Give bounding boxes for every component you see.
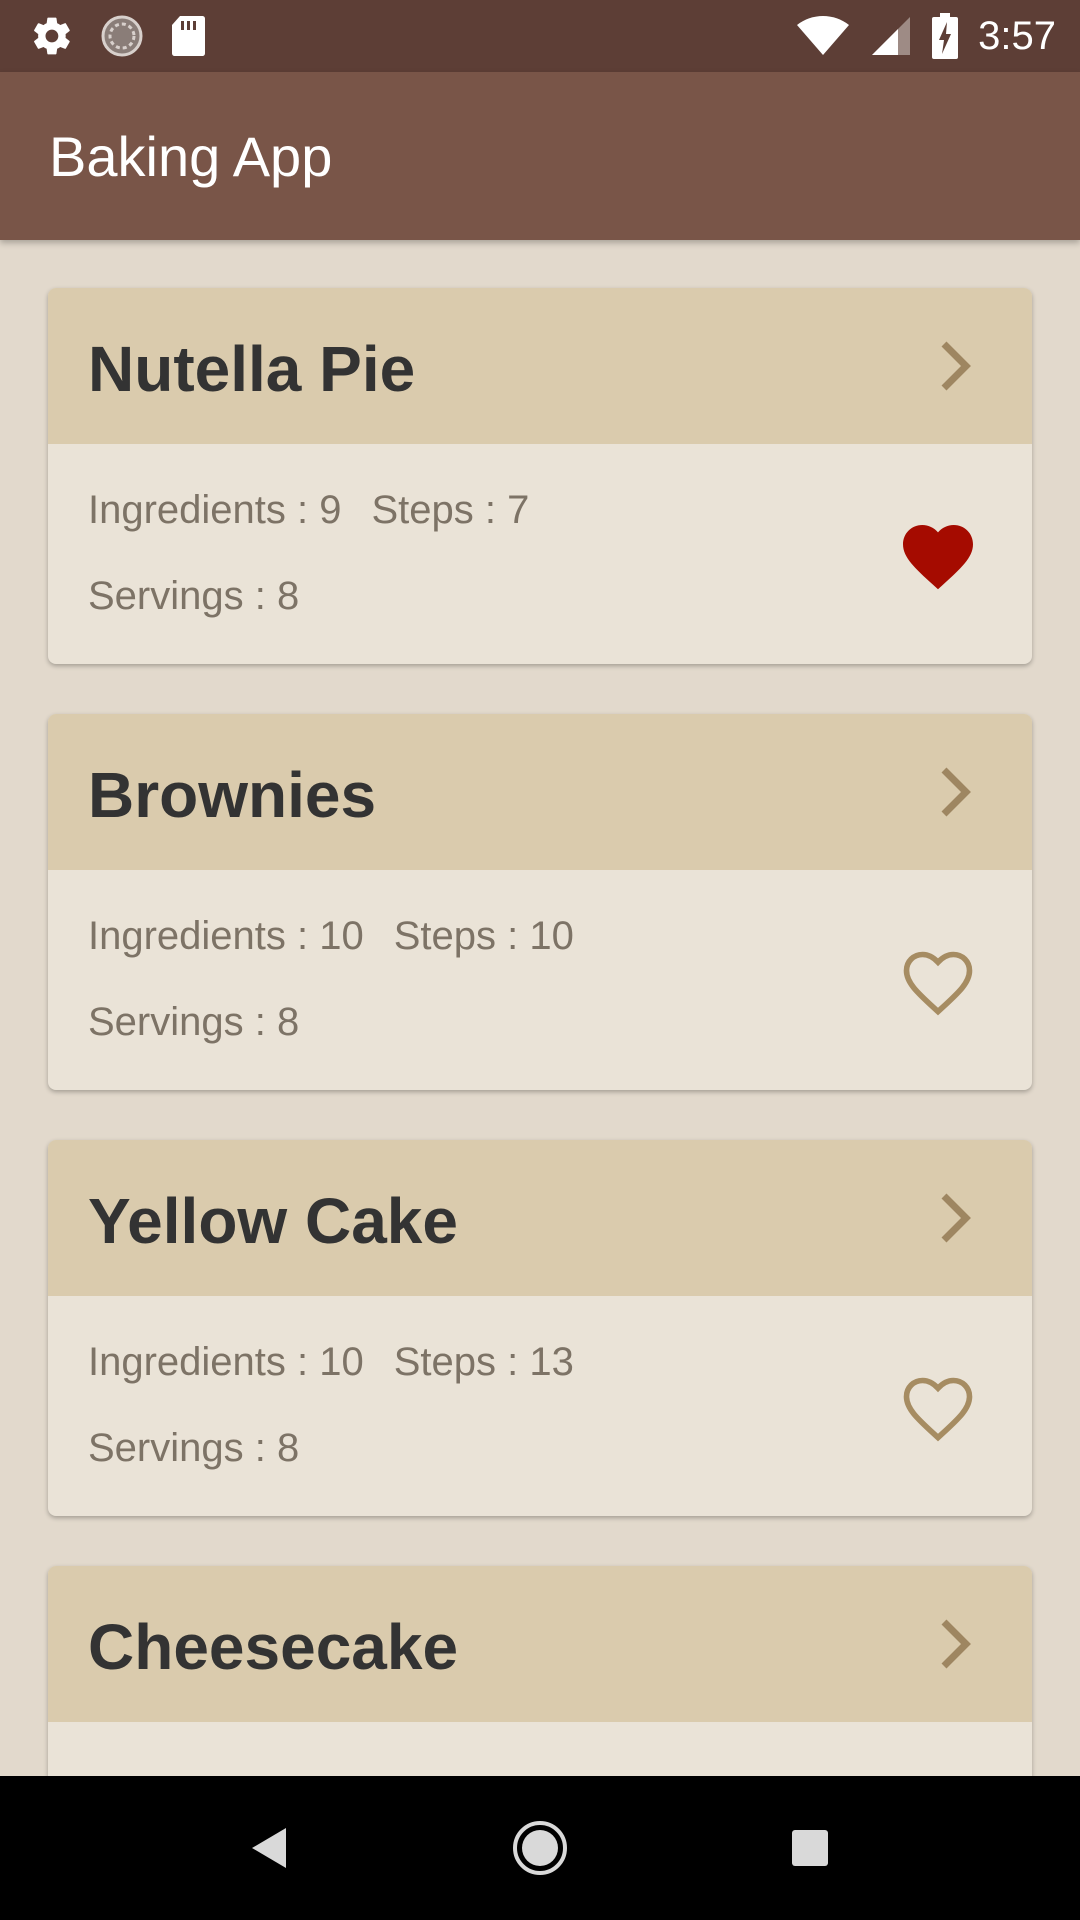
- heart-outline-icon[interactable]: [896, 1366, 980, 1444]
- recipe-card-header[interactable]: Yellow Cake: [48, 1140, 1032, 1296]
- recipe-card-header[interactable]: Cheesecake: [48, 1566, 1032, 1722]
- chevron-right-icon: [941, 1193, 971, 1243]
- servings-count: Servings : 8: [88, 574, 300, 618]
- cell-signal-icon: [870, 15, 912, 57]
- recents-button[interactable]: [780, 1818, 840, 1878]
- navigation-bar: [0, 1776, 1080, 1920]
- recipe-card-brownies[interactable]: Brownies Ingredients : 10 Steps : 10 Serv…: [48, 714, 1032, 1090]
- recipe-name: Nutella Pie: [88, 333, 416, 405]
- ingredients-count: Ingredients : 10: [88, 1340, 364, 1384]
- chevron-right-icon: [941, 341, 971, 391]
- recipe-stats: Ingredients : 10 Steps : 10: [88, 914, 574, 959]
- wifi-icon: [796, 15, 850, 57]
- recipe-stats: Ingredients : 9 Steps : 7: [88, 488, 529, 533]
- status-bar: 3:57: [0, 0, 1080, 72]
- ingredients-count: Ingredients : 9: [88, 488, 342, 532]
- heart-filled-icon[interactable]: [896, 514, 980, 592]
- recipe-card-cheesecake[interactable]: Cheesecake: [48, 1566, 1032, 1776]
- recipe-card-body: [48, 1722, 1032, 1776]
- recipe-card-body: Ingredients : 10 Steps : 13 Servings : 8: [48, 1296, 1032, 1516]
- gear-icon: [30, 14, 74, 58]
- recipe-name: Brownies: [88, 759, 377, 831]
- battery-charging-icon: [932, 13, 959, 59]
- home-icon: [513, 1821, 567, 1875]
- back-button[interactable]: [240, 1818, 300, 1878]
- recipe-stats: [88, 1766, 118, 1776]
- sync-icon: [100, 14, 144, 58]
- ingredients-count: Ingredients : 10: [88, 914, 364, 958]
- recipe-card-yellow-cake[interactable]: Yellow Cake Ingredients : 10 Steps : 13 S…: [48, 1140, 1032, 1516]
- home-button[interactable]: [510, 1818, 570, 1878]
- status-left-icons: [30, 14, 232, 58]
- app-bar: Baking App: [0, 72, 1080, 240]
- recipe-card-header[interactable]: Nutella Pie: [48, 288, 1032, 444]
- recipe-card-body: Ingredients : 9 Steps : 7 Servings : 8: [48, 444, 1032, 664]
- app-title: Baking App: [49, 125, 333, 188]
- recipe-card-header[interactable]: Brownies: [48, 714, 1032, 870]
- recipe-name: Cheesecake: [88, 1611, 459, 1683]
- heart-outline-icon[interactable]: [896, 940, 980, 1018]
- steps-count: Steps : 10: [393, 914, 574, 958]
- steps-count: Steps : 13: [393, 1340, 574, 1384]
- chevron-right-icon: [941, 767, 971, 817]
- recipe-name: Yellow Cake: [88, 1185, 458, 1257]
- chevron-right-icon: [941, 1619, 971, 1669]
- recipe-stats: Ingredients : 10 Steps : 13: [88, 1340, 574, 1385]
- recipe-card-nutella-pie[interactable]: Nutella Pie Ingredients : 9 Steps : 7 Ser…: [48, 288, 1032, 664]
- status-right-icons: 3:57: [776, 10, 1056, 62]
- recipe-card-body: Ingredients : 10 Steps : 10 Servings : 8: [48, 870, 1032, 1090]
- recipe-list[interactable]: Nutella Pie Ingredients : 9 Steps : 7 Ser…: [0, 240, 1080, 1776]
- sd-card-icon: [170, 14, 206, 58]
- status-clock: 3:57: [978, 13, 1056, 58]
- recents-icon: [792, 1830, 828, 1866]
- steps-count: Steps : 7: [371, 488, 530, 532]
- servings-count: Servings : 8: [88, 1426, 300, 1470]
- back-icon: [252, 1828, 286, 1868]
- screen: 3:57 Baking App Nutella Pie Ingredients …: [0, 0, 1080, 1920]
- servings-count: Servings : 8: [88, 1000, 300, 1044]
